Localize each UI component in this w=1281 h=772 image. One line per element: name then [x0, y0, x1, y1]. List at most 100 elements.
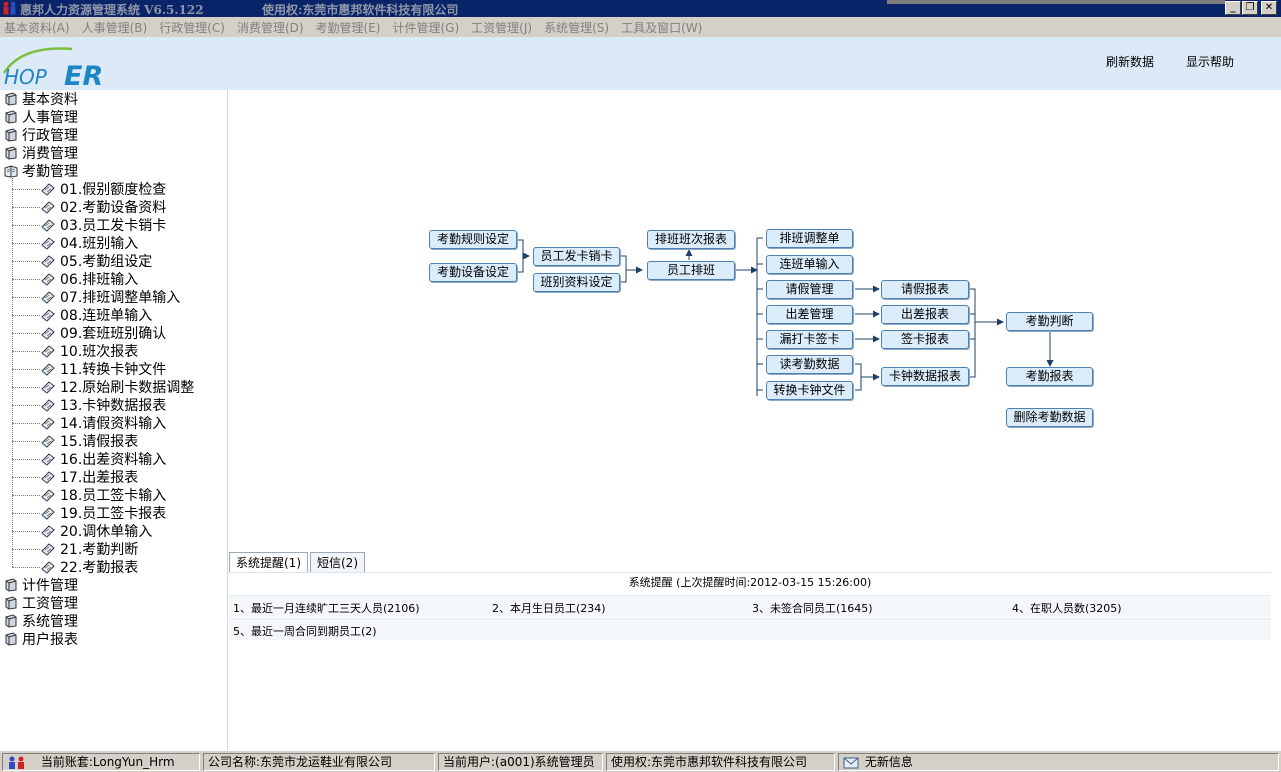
flow-card-issue-button[interactable]: 员工发卡销卡: [533, 247, 620, 266]
tree-leaf[interactable]: 12.原始刷卡数据调整: [40, 378, 194, 396]
reminder-contract-expiry-link[interactable]: 5、最近一周合同到期员工(2): [233, 623, 377, 639]
flow-schedule-adjust-button[interactable]: 排班调整单: [766, 229, 853, 248]
flow-device-setting-button[interactable]: 考勤设备设定: [429, 263, 517, 282]
flow-sign-report-button[interactable]: 签卡报表: [881, 330, 969, 349]
close-button[interactable]: ✕: [1261, 1, 1277, 15]
tree-leaf[interactable]: 02.考勤设备资料: [40, 198, 166, 216]
tree-leaf[interactable]: 01.假别额度检查: [40, 180, 166, 198]
flow-trip-mgmt-button[interactable]: 出差管理: [766, 305, 853, 324]
tree-node-top-4[interactable]: 考勤管理: [4, 162, 78, 180]
flow-leave-mgmt-button[interactable]: 请假管理: [766, 280, 853, 299]
flow-shift-report-button[interactable]: 排班班次报表: [647, 230, 735, 249]
book-icon: [5, 578, 17, 592]
tree-leaf[interactable]: 10.班次报表: [40, 342, 138, 360]
flow-scheduling-button[interactable]: 员工排班: [647, 261, 735, 280]
tree-connector: [12, 351, 40, 352]
tab-system-reminder[interactable]: 系统提醒(1): [229, 552, 308, 572]
flow-trip-report-button[interactable]: 出差报表: [881, 305, 969, 324]
flow-convert-file-button[interactable]: 转换卡钟文件: [766, 381, 853, 400]
tree-leaf-label: 02.考勤设备资料: [60, 200, 167, 216]
tree-leaf-label: 18.员工签卡输入: [60, 488, 167, 504]
report-page-icon: [41, 453, 55, 466]
flow-leave-report-button[interactable]: 请假报表: [881, 280, 969, 299]
report-page-icon: [41, 417, 55, 430]
flow-shift-setting-button[interactable]: 班别资料设定: [533, 273, 620, 292]
flow-rule-setting-button[interactable]: 考勤规则设定: [429, 230, 517, 249]
restore-button[interactable]: ❐: [1242, 1, 1258, 15]
flow-attendance-report-button[interactable]: 考勤报表: [1006, 367, 1093, 386]
tree-leaf-label: 03.员工发卡销卡: [60, 218, 167, 234]
menu-consumption[interactable]: 消费管理(D): [237, 19, 304, 36]
tree-leaf[interactable]: 20.调休单输入: [40, 522, 152, 540]
tree-leaf[interactable]: 21.考勤判断: [40, 540, 138, 558]
menu-payroll[interactable]: 工资管理(J): [471, 19, 532, 36]
tree-node-top-1[interactable]: 人事管理: [4, 108, 78, 126]
tree-connector: [12, 176, 13, 567]
tab-sms[interactable]: 短信(2): [310, 552, 365, 572]
tree-leaf[interactable]: 05.考勤组设定: [40, 252, 152, 270]
refresh-data-button[interactable]: 刷新数据: [1106, 53, 1154, 70]
tree-node-top-2[interactable]: 行政管理: [4, 126, 78, 144]
menu-admin[interactable]: 行政管理(C): [159, 19, 225, 36]
tree-leaf[interactable]: 11.转换卡钟文件: [40, 360, 166, 378]
tree-node-bottom-3[interactable]: 用户报表: [4, 630, 78, 648]
book-icon: [5, 596, 17, 610]
tree-leaf[interactable]: 03.员工发卡销卡: [40, 216, 166, 234]
flow-missed-punch-button[interactable]: 漏打卡签卡: [766, 330, 853, 349]
flow-delete-data-button[interactable]: 删除考勤数据: [1006, 408, 1093, 427]
menu-system[interactable]: 系统管理(S): [544, 19, 609, 36]
tree-node-label: 工资管理: [22, 596, 78, 612]
tree-node-bottom-1[interactable]: 工资管理: [4, 594, 78, 612]
tree-leaf[interactable]: 07.排班调整单输入: [40, 288, 180, 306]
header-banner: HOP ER 刷新数据 显示帮助: [0, 37, 1281, 90]
menu-tools-window[interactable]: 工具及窗口(W): [621, 19, 702, 36]
tree-leaf[interactable]: 17.出差报表: [40, 468, 138, 486]
flow-judge-button[interactable]: 考勤判断: [1006, 312, 1093, 331]
report-page-icon: [41, 291, 55, 304]
tree-connector: [12, 207, 40, 208]
tree-leaf-label: 17.出差报表: [60, 470, 139, 486]
report-page-icon: [41, 471, 55, 484]
reminder-row: 5、最近一周合同到期员工(2): [229, 618, 1271, 640]
reminder-no-contract-link[interactable]: 3、未签合同员工(1645): [752, 600, 873, 616]
tree-node-label: 用户报表: [22, 632, 78, 648]
tree-leaf[interactable]: 08.连班单输入: [40, 306, 152, 324]
reminder-birthday-link[interactable]: 2、本月生日员工(234): [492, 600, 606, 616]
tree-leaf[interactable]: 09.套班班别确认: [40, 324, 166, 342]
status-message[interactable]: 无新信息: [838, 753, 1279, 771]
attendance-flowchart: 考勤规则设定 考勤设备设定 员工发卡销卡 班别资料设定 排班班次报表 员工排班 …: [229, 90, 1281, 550]
tree-leaf[interactable]: 16.出差资料输入: [40, 450, 166, 468]
tree-leaf[interactable]: 04.班别输入: [40, 234, 138, 252]
tree-leaf[interactable]: 14.请假资料输入: [40, 414, 166, 432]
tree-node-bottom-2[interactable]: 系统管理: [4, 612, 78, 630]
flow-read-data-button[interactable]: 读考勤数据: [766, 355, 853, 374]
tree-node-top-3[interactable]: 消费管理: [4, 144, 78, 162]
tree-leaf[interactable]: 22.考勤报表: [40, 558, 138, 576]
tree-leaf[interactable]: 13.卡钟数据报表: [40, 396, 166, 414]
reminder-headcount-link[interactable]: 4、在职人员数(3205): [1012, 600, 1122, 616]
tree-node-label: 基本资料: [22, 92, 78, 108]
tree-node-top-0[interactable]: 基本资料: [4, 90, 78, 108]
message-icon: [843, 757, 859, 768]
tree-connector: [12, 459, 40, 460]
tree-connector: [12, 441, 40, 442]
flow-clock-report-button[interactable]: 卡钟数据报表: [881, 367, 969, 386]
flow-consecutive-shift-button[interactable]: 连班单输入: [766, 255, 853, 274]
tree-leaf[interactable]: 15.请假报表: [40, 432, 138, 450]
menu-personnel[interactable]: 人事管理(B): [82, 19, 148, 36]
reminder-absent-link[interactable]: 1、最近一月连续旷工三天人员(2106): [233, 600, 420, 616]
tree-node-bottom-0[interactable]: 计件管理: [4, 576, 78, 594]
tree-leaf-label: 11.转换卡钟文件: [60, 362, 167, 378]
tree-leaf[interactable]: 06.排班输入: [40, 270, 138, 288]
menu-attendance[interactable]: 考勤管理(E): [316, 19, 381, 36]
tree-connector: [12, 567, 40, 568]
minimize-button[interactable]: _: [1225, 1, 1241, 15]
menu-basic[interactable]: 基本资料(A): [4, 19, 70, 36]
menu-piecework[interactable]: 计件管理(G): [393, 19, 460, 36]
tree-connector: [12, 279, 40, 280]
tree-leaf[interactable]: 18.员工签卡输入: [40, 486, 166, 504]
book-icon: [5, 92, 17, 106]
show-help-button[interactable]: 显示帮助: [1186, 53, 1234, 70]
tree-leaf[interactable]: 19.员工签卡报表: [40, 504, 166, 522]
reminder-title: 系统提醒 (上次提醒时间:2012-03-15 15:26:00): [628, 576, 872, 589]
